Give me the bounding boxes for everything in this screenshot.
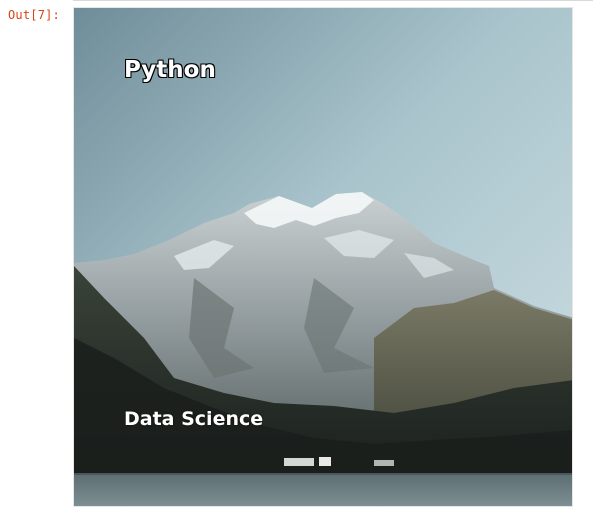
output-prompt: Out[7]:	[8, 8, 60, 22]
cell-divider	[73, 0, 593, 1]
image-subtitle: Data Science	[124, 408, 264, 430]
output-image: Python Data Science	[73, 7, 573, 507]
lake	[74, 473, 572, 506]
image-title: Python	[124, 57, 216, 83]
